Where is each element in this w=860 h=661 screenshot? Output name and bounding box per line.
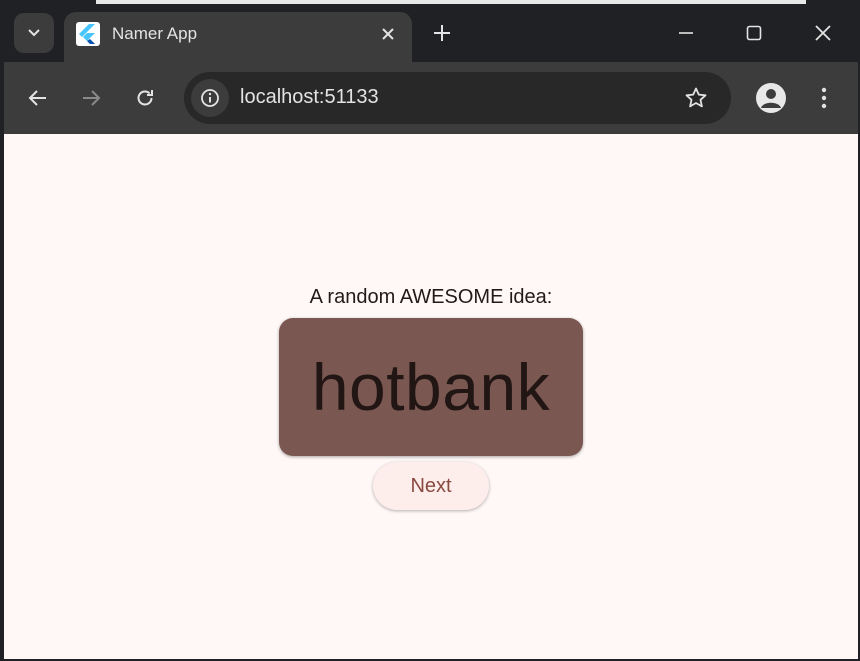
info-icon	[200, 88, 220, 108]
url-text[interactable]: localhost:51133	[240, 86, 379, 109]
browser-window: Namer App localhost:51133 A random AWESO…	[0, 0, 860, 661]
more-vertical-icon	[821, 87, 827, 109]
browser-menu-button[interactable]	[812, 82, 836, 114]
app-page: A random AWESOME idea: hotbank Next	[4, 134, 858, 659]
forward-button[interactable]	[75, 82, 107, 114]
tab-search-button[interactable]	[14, 13, 54, 53]
plus-icon	[433, 24, 451, 42]
reload-button[interactable]	[129, 82, 161, 114]
new-tab-button[interactable]	[428, 19, 456, 47]
reload-icon	[135, 88, 155, 108]
close-icon	[381, 27, 395, 41]
close-icon	[814, 24, 832, 42]
site-info-button[interactable]	[191, 79, 229, 117]
person-icon	[756, 83, 786, 113]
tab-namer-app[interactable]: Namer App	[64, 12, 412, 64]
browser-toolbar: localhost:51133	[4, 62, 858, 134]
tab-strip: Namer App	[0, 0, 860, 64]
back-button[interactable]	[22, 82, 54, 114]
word-pair-text: hotbank	[311, 350, 551, 424]
minimize-icon	[678, 25, 694, 41]
maximize-icon	[746, 25, 762, 41]
idea-caption: A random AWESOME idea:	[309, 286, 553, 308]
arrow-right-icon	[81, 88, 101, 108]
tab-title: Namer App	[112, 24, 198, 43]
word-pair-card: hotbank	[279, 318, 583, 456]
arrow-left-icon	[28, 88, 48, 108]
close-window-button[interactable]	[807, 17, 839, 49]
minimize-button[interactable]	[670, 17, 702, 49]
profile-button[interactable]	[756, 83, 786, 113]
flutter-icon	[76, 22, 100, 46]
address-bar[interactable]: localhost:51133	[184, 72, 731, 124]
background-window-edge	[96, 0, 806, 4]
star-icon	[684, 86, 708, 110]
tab-close-button[interactable]	[377, 23, 399, 45]
chevron-down-icon	[27, 28, 41, 38]
bookmark-button[interactable]	[682, 84, 710, 112]
window-border-left	[0, 134, 4, 661]
next-button[interactable]: Next	[373, 462, 489, 510]
maximize-button[interactable]	[738, 17, 770, 49]
